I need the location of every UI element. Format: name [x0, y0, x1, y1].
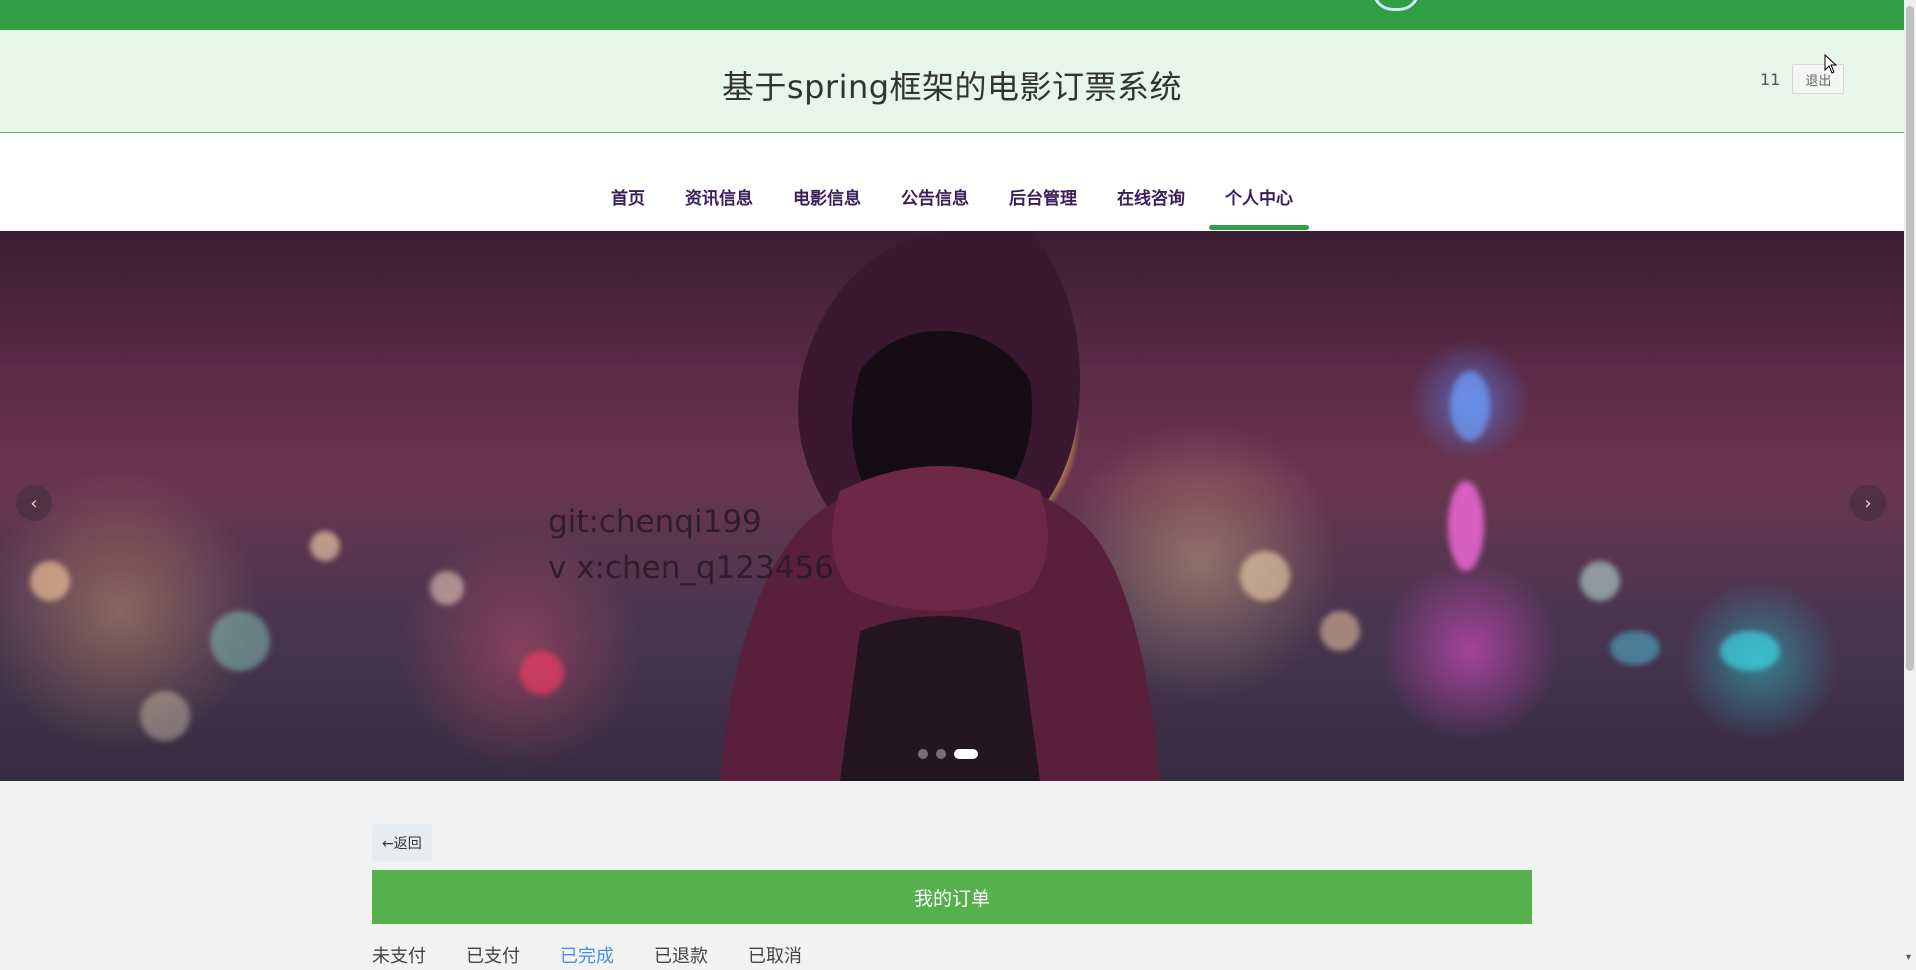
nav-item[interactable]: 个人中心: [1205, 187, 1313, 230]
page: 基于spring框架的电影订票系统 11 退出 首页 资讯信息 电影信息 公告信息 后台…: [0, 0, 1916, 970]
order-status-tab[interactable]: 已退款: [654, 942, 708, 968]
orders-section: ←返回 我的订单 未支付 已支付 已完成 已退款 已取消: [372, 824, 1532, 968]
carousel-dot[interactable]: [936, 749, 946, 759]
chevron-left-icon: ‹: [30, 492, 38, 514]
carousel-dot[interactable]: [954, 749, 978, 759]
top-accent-bar: [0, 0, 1904, 30]
nav-item[interactable]: 资讯信息: [665, 187, 773, 211]
order-status-tab[interactable]: 未支付: [372, 942, 426, 968]
site-header: 基于spring框架的电影订票系统: [0, 30, 1904, 133]
username: 11: [1760, 69, 1781, 89]
nav-item[interactable]: 公告信息: [881, 187, 989, 211]
order-status-tab[interactable]: 已取消: [748, 942, 802, 968]
site-title: 基于spring框架的电影订票系统: [721, 68, 1183, 106]
orb-decoration: [1372, 0, 1420, 11]
chevron-right-icon: ›: [1864, 492, 1872, 514]
nav-item[interactable]: 首页: [591, 187, 665, 211]
nav-item[interactable]: 在线咨询: [1097, 187, 1205, 211]
order-status-tab[interactable]: 已支付: [466, 942, 520, 968]
banner-carousel[interactable]: git:chenqi199 v x:chen_q123456 ‹ ›: [0, 231, 1904, 781]
carousel-dot[interactable]: [918, 749, 928, 759]
order-status-tabs: 未支付 已支付 已完成 已退款 已取消: [372, 942, 1532, 968]
watermark-text: git:chenqi199 v x:chen_q123456: [548, 499, 834, 591]
scrollbar-thumb[interactable]: [1906, 6, 1914, 671]
mouse-cursor-icon: [1824, 54, 1838, 74]
back-button[interactable]: ←返回: [372, 824, 432, 862]
watermark-line-2: v x:chen_q123456: [548, 550, 834, 586]
order-status-tab[interactable]: 已完成: [560, 942, 614, 968]
carousel-indicators: [918, 749, 978, 759]
carousel-prev-button[interactable]: ‹: [16, 485, 52, 521]
nav-item[interactable]: 电影信息: [773, 187, 881, 211]
watermark-line-1: git:chenqi199: [548, 504, 762, 540]
carousel-next-button[interactable]: ›: [1850, 485, 1886, 521]
nav-list: 首页 资讯信息 电影信息 公告信息 后台管理 在线咨询 个人中心: [0, 187, 1904, 230]
nav-item[interactable]: 后台管理: [989, 187, 1097, 211]
page-scrollbar[interactable]: ▾: [1904, 0, 1916, 970]
my-orders-title: 我的订单: [372, 870, 1532, 924]
main-nav: 首页 资讯信息 电影信息 公告信息 后台管理 在线咨询 个人中心: [0, 133, 1904, 231]
scroll-down-arrow-icon[interactable]: ▾: [1906, 952, 1911, 963]
